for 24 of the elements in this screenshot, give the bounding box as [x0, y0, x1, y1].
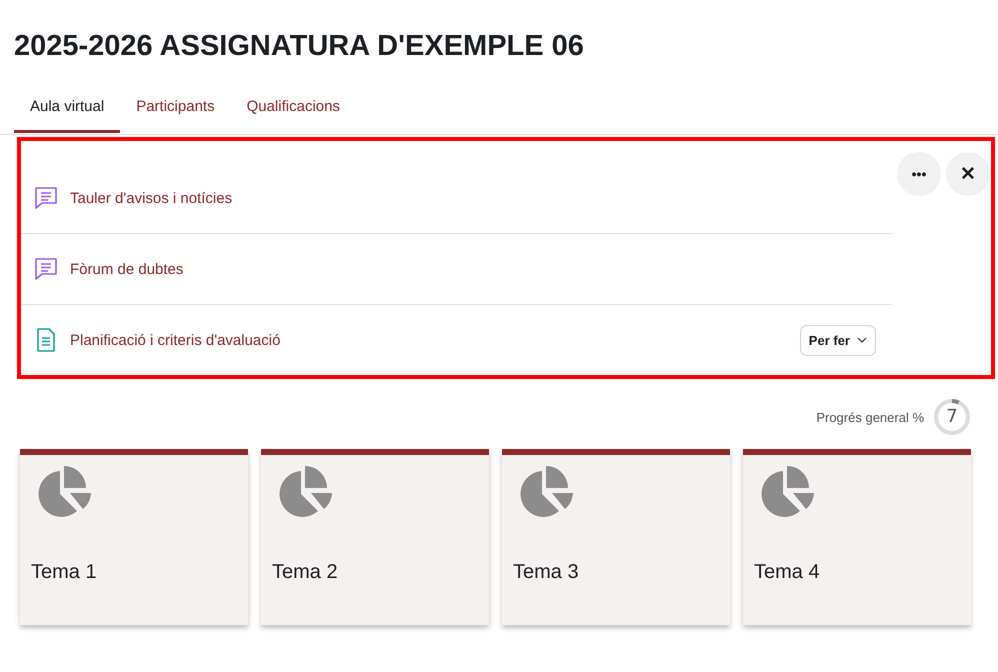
activity-link[interactable]: Planificació i criteris d'avaluació — [70, 332, 800, 348]
page-title: 2025-2026 ASSIGNATURA D'EXEMPLE 06 — [13, 29, 585, 64]
activity-link[interactable]: Tauler d'avisos i notícies — [70, 190, 892, 206]
caret-icon — [857, 337, 867, 343]
tab[interactable]: Qualificacions — [230, 90, 356, 133]
chat-icon — [33, 256, 59, 282]
more-button[interactable]: ••• — [897, 152, 941, 196]
section-card[interactable]: Tema 4 — [743, 449, 971, 625]
section-title: Tema 3 — [513, 561, 580, 584]
section-card[interactable]: Tema 1 — [20, 449, 248, 625]
section-title: Tema 4 — [754, 561, 821, 584]
progress-label: Progrés general % — [816, 410, 924, 424]
status-dropdown[interactable]: Per fer — [800, 324, 876, 356]
close-button[interactable]: ✕ — [946, 152, 990, 196]
section-title: Tema 2 — [272, 561, 339, 584]
tab[interactable]: Aula virtual — [14, 90, 120, 133]
progress-value: 7 — [946, 407, 958, 427]
tab[interactable]: Participants — [120, 90, 231, 133]
chat-icon — [33, 185, 59, 211]
section-card[interactable]: Tema 2 — [261, 449, 489, 625]
progress-ring — [932, 397, 972, 437]
activity-link[interactable]: Fòrum de dubtes — [70, 260, 892, 278]
section-title: Tema 1 — [31, 561, 98, 584]
section-card[interactable]: Tema 3 — [502, 449, 730, 625]
